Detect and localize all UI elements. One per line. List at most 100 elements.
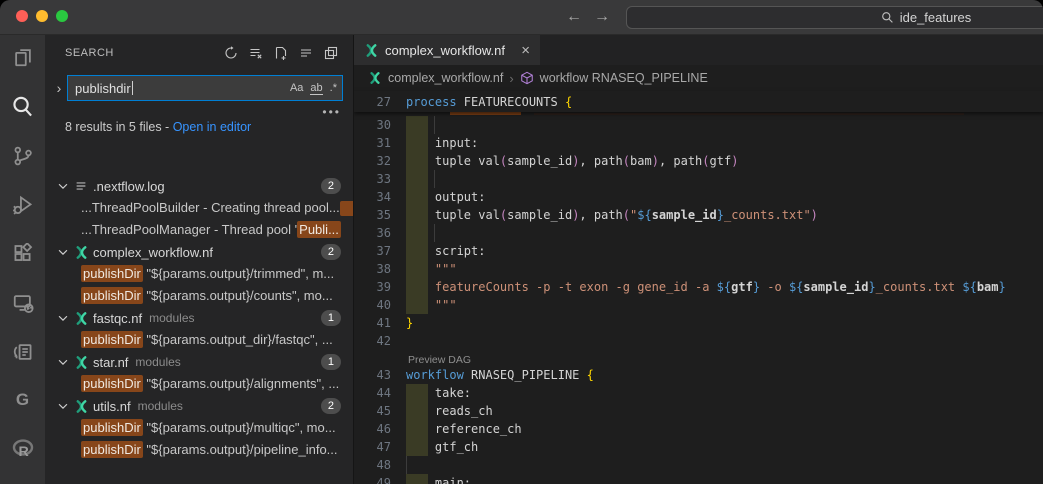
nextflow-file-icon xyxy=(71,245,91,260)
search-match-row[interactable]: publishDir "${params.output}/multiqc", m… xyxy=(45,417,353,439)
match-after-text: "${params.output_dir}/fastqc", ... xyxy=(143,332,333,347)
sticky-scroll-line[interactable]: 27 process FEATURECOUNTS { xyxy=(354,91,1043,112)
indent-guide xyxy=(406,456,407,474)
match-count-badge: 1 xyxy=(321,354,341,370)
log-file-icon xyxy=(71,179,91,193)
chevron-down-icon[interactable] xyxy=(55,355,71,369)
code-text[interactable]: main: xyxy=(404,476,471,484)
match-highlight: publishDir xyxy=(81,287,143,304)
match-highlight: publishDir xyxy=(81,375,143,392)
search-match-row[interactable]: ...ThreadPoolBuilder - Creating thread p… xyxy=(45,197,353,219)
file-row[interactable]: star.nfmodules1 xyxy=(45,351,353,373)
chevron-down-icon[interactable] xyxy=(55,399,71,413)
token: sample_id xyxy=(507,208,572,222)
symbol-cube-icon xyxy=(520,71,534,85)
run-debug-icon[interactable] xyxy=(11,194,35,216)
source-control-icon[interactable] xyxy=(11,145,35,167)
code-text[interactable]: tuple val(sample_id), path(bam), path(gt… xyxy=(404,154,738,168)
token: ${ xyxy=(637,208,651,222)
command-center-search[interactable]: ide_features xyxy=(626,6,1043,29)
breadcrumb-symbol[interactable]: workflow RNASEQ_PIPELINE xyxy=(540,71,708,85)
maximize-window-button[interactable] xyxy=(56,10,68,22)
search-match-row[interactable]: publishDir "${params.output}/pipeline_in… xyxy=(45,439,353,461)
code-text[interactable]: featureCounts -p -t exon -g gene_id -a $… xyxy=(404,280,1006,294)
references-icon[interactable] xyxy=(11,341,35,363)
code-text[interactable]: workflow RNASEQ_PIPELINE { xyxy=(404,368,594,382)
code-text[interactable]: """ xyxy=(404,262,457,276)
token: workflow xyxy=(406,368,464,382)
line-number: 33 xyxy=(354,172,404,186)
chevron-down-icon[interactable] xyxy=(55,179,71,193)
code-text[interactable]: """ xyxy=(404,298,457,312)
token: , path xyxy=(659,154,702,168)
explorer-icon[interactable] xyxy=(11,46,35,68)
forward-arrow-icon[interactable]: → xyxy=(594,6,610,28)
match-case-icon[interactable]: Aa xyxy=(290,82,303,94)
line-number: 31 xyxy=(354,136,404,150)
line-number: 37 xyxy=(354,244,404,258)
chevron-down-icon[interactable] xyxy=(55,245,71,259)
open-in-editor-panel-icon[interactable] xyxy=(323,45,339,61)
search-match-row[interactable]: ...ThreadPoolManager - Thread pool 'Publ… xyxy=(45,219,353,241)
token: FEATURECOUNTS xyxy=(457,95,565,109)
token: ) xyxy=(731,154,738,168)
match-highlight: publishDir xyxy=(81,265,143,282)
code-line: 36 xyxy=(354,224,1043,242)
extensions-icon[interactable] xyxy=(11,243,35,265)
line-number: 41 xyxy=(354,316,404,330)
search-match-row[interactable]: publishDir "${params.output}/trimmed", m… xyxy=(45,263,353,285)
code-text[interactable]: } xyxy=(404,316,413,330)
search-match-row[interactable]: publishDir "${params.output}/counts", mo… xyxy=(45,285,353,307)
token: sample_id xyxy=(803,280,868,294)
chevron-down-icon[interactable] xyxy=(55,311,71,325)
token: ( xyxy=(702,154,709,168)
token: """ xyxy=(406,262,457,276)
code-line: 47 gtf_ch xyxy=(354,438,1043,456)
back-arrow-icon[interactable]: ← xyxy=(566,6,582,28)
close-window-button[interactable] xyxy=(16,10,28,22)
code-text[interactable]: gtf_ch xyxy=(404,440,478,454)
file-row[interactable]: utils.nfmodules2 xyxy=(45,395,353,417)
r-language-icon[interactable]: R xyxy=(11,437,35,461)
code-text[interactable]: input: xyxy=(404,136,478,150)
clear-search-results-icon[interactable] xyxy=(248,45,264,61)
code-text[interactable]: take: xyxy=(404,386,471,400)
regex-icon[interactable]: .* xyxy=(330,82,337,94)
code-text[interactable]: output: xyxy=(404,190,485,204)
tab-close-icon[interactable]: × xyxy=(521,42,530,59)
open-in-editor-link[interactable]: Open in editor xyxy=(173,120,252,134)
search-match-row[interactable]: publishDir "${params.output}/alignments"… xyxy=(45,373,353,395)
search-sidebar: SEARCH › publishdir Aa ab .* xyxy=(45,35,353,484)
code-text[interactable]: reads_ch xyxy=(404,404,493,418)
file-path-hint: modules xyxy=(138,399,183,413)
tab-complex-workflow[interactable]: complex_workflow.nf × xyxy=(354,35,540,65)
activity-bar: G R xyxy=(0,35,45,484)
code-text[interactable]: tuple val(sample_id), path("${sample_id}… xyxy=(404,208,818,222)
open-new-search-editor-icon[interactable] xyxy=(273,45,289,61)
code-text[interactable]: reference_ch xyxy=(404,422,522,436)
remote-explorer-icon[interactable] xyxy=(11,292,35,314)
breadcrumb-file[interactable]: complex_workflow.nf xyxy=(388,71,503,85)
token: { xyxy=(587,368,594,382)
minimize-window-button[interactable] xyxy=(36,10,48,22)
token: reads_ch xyxy=(406,404,493,418)
file-row[interactable]: .nextflow.log2 xyxy=(45,175,353,197)
whole-word-icon[interactable]: ab xyxy=(310,82,322,95)
toggle-replace-chevron[interactable]: › xyxy=(51,80,67,96)
command-center-query: ide_features xyxy=(900,10,972,25)
search-icon[interactable] xyxy=(11,95,35,118)
refresh-icon[interactable] xyxy=(223,45,239,61)
gitlens-icon[interactable]: G xyxy=(11,390,35,410)
token: , path xyxy=(579,208,622,222)
search-input[interactable]: publishdir Aa ab .* xyxy=(67,75,343,101)
codelens-preview-dag[interactable]: Preview DAG xyxy=(408,354,471,366)
collapse-all-icon[interactable] xyxy=(298,45,314,61)
match-after-text: "${params.output}/multiqc", mo... xyxy=(143,420,336,435)
file-row[interactable]: complex_workflow.nf2 xyxy=(45,241,353,263)
code-text[interactable]: script: xyxy=(404,244,485,258)
search-match-row[interactable]: publishDir "${params.output_dir}/fastqc"… xyxy=(45,329,353,351)
token: { xyxy=(565,95,572,109)
file-row[interactable]: fastqc.nfmodules1 xyxy=(45,307,353,329)
gutter-decoration xyxy=(406,224,428,242)
toggle-search-details-icon[interactable]: ••• xyxy=(322,105,341,119)
